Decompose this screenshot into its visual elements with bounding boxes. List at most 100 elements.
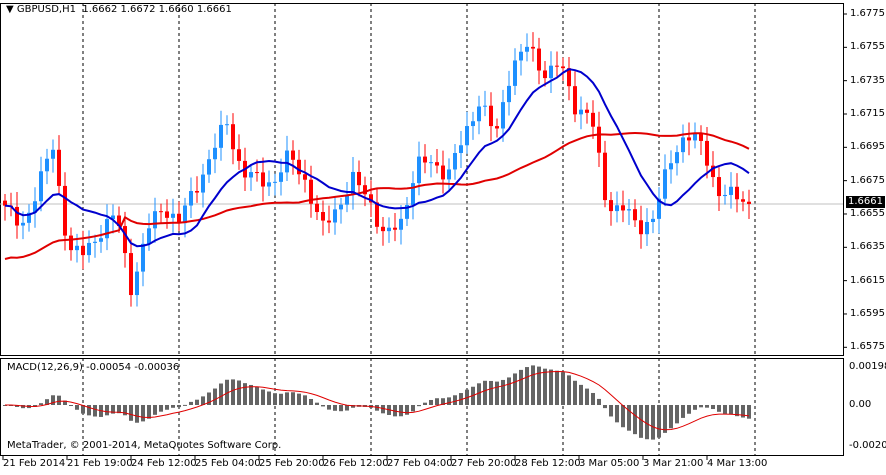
candle-body (471, 121, 475, 127)
candle-body (81, 245, 85, 256)
candle-body (417, 156, 421, 184)
candle-body (501, 102, 505, 129)
macd-tick: -0.00207 (849, 440, 886, 451)
macd-bar (495, 381, 499, 405)
candle-body (579, 109, 583, 115)
macd-bar (75, 405, 79, 410)
candle-body (459, 145, 463, 154)
time-tick: 25 Feb 20:00 (259, 458, 325, 469)
candle-body (597, 126, 601, 153)
candle-body (315, 203, 319, 213)
macd-bar (423, 402, 427, 405)
candle-body (423, 156, 427, 163)
candle-body (633, 209, 637, 221)
macd-bar (651, 405, 655, 440)
macd-bar (141, 405, 145, 422)
candle-body (639, 220, 643, 235)
candle-body (57, 149, 61, 186)
candle-body (273, 181, 277, 183)
candle-body (375, 202, 379, 227)
macd-bar (183, 404, 187, 406)
candle-body (741, 199, 745, 202)
candle-body (627, 209, 631, 211)
macd-bar (345, 405, 349, 411)
candle-body (327, 220, 331, 223)
candle-body (675, 152, 679, 164)
candle-body (87, 242, 91, 256)
macd-bar (303, 395, 307, 405)
macd-bar (615, 405, 619, 423)
candle-body (219, 124, 223, 148)
dropdown-arrow-icon[interactable]: ▼ (6, 4, 14, 15)
candle-body (63, 185, 67, 236)
candle-body (609, 200, 613, 212)
macd-bar (501, 379, 505, 405)
candle-body (93, 241, 97, 243)
chart-canvas[interactable] (0, 0, 886, 472)
macd-bar (621, 405, 625, 428)
candle-body (279, 172, 283, 182)
candle-body (303, 174, 307, 180)
time-tick: 3 Mar 21:00 (643, 458, 704, 469)
macd-bar (129, 405, 133, 421)
candle-body (621, 205, 625, 211)
time-tick: 27 Feb 04:00 (387, 458, 453, 469)
price-tick: 1.6575 (850, 341, 885, 353)
time-tick: 4 Mar 13:00 (707, 458, 768, 469)
candle-body (687, 137, 691, 141)
candle-body (477, 106, 481, 122)
candle-body (225, 124, 229, 126)
candle-body (237, 149, 241, 161)
macd-bar (663, 405, 667, 433)
candle-body (357, 171, 361, 186)
macd-bar (429, 399, 433, 405)
macd-bar (321, 405, 325, 407)
macd-bar (729, 405, 733, 415)
macd-bar (267, 391, 271, 405)
candle-body (447, 169, 451, 180)
macd-bar (147, 405, 151, 419)
candle-body (543, 70, 547, 79)
candle-body (123, 226, 127, 254)
time-tick: 24 Feb 12:00 (131, 458, 197, 469)
macd-bar (609, 405, 613, 417)
macd-bar (219, 383, 223, 405)
macd-bar (525, 367, 529, 405)
macd-bar (531, 365, 535, 405)
candle-body (15, 206, 19, 226)
macd-bar (705, 405, 709, 408)
time-tick: 26 Feb 12:00 (323, 458, 389, 469)
macd-bar (153, 405, 157, 415)
macd-bar (681, 405, 685, 418)
candle-body (213, 147, 217, 160)
candle-body (561, 66, 565, 69)
chart-title: ▼ GBPUSD,H1 1.6662 1.6672 1.6660 1.6661 (6, 4, 232, 15)
macd-bar (657, 405, 661, 438)
macd-bar (585, 388, 589, 405)
candle-body (483, 105, 487, 107)
candle-body (693, 133, 697, 141)
price-tick: 1.6655 (850, 207, 885, 219)
candle-body (555, 65, 559, 67)
macd-bar (513, 373, 517, 405)
candle-body (537, 48, 541, 71)
macd-bar (171, 405, 175, 408)
macd-bar (159, 405, 163, 412)
chart-window[interactable]: ▼ GBPUSD,H1 1.6662 1.6672 1.6660 1.6661 … (0, 0, 886, 472)
candle-body (291, 150, 295, 160)
macd-bar (489, 380, 493, 405)
candle-body (105, 219, 109, 239)
candle-body (297, 159, 301, 175)
candle-body (429, 162, 433, 164)
candle-body (21, 222, 25, 226)
candle-body (525, 46, 529, 52)
candle-body (681, 137, 685, 153)
macd-bar (483, 380, 487, 405)
candle-body (333, 209, 337, 223)
macd-tick: 0.00198 (849, 361, 886, 372)
macd-bar (315, 402, 319, 405)
macd-bar (747, 405, 751, 419)
time-tick: 27 Feb 20:00 (451, 458, 517, 469)
candle-body (153, 211, 157, 229)
candle-body (393, 227, 397, 230)
